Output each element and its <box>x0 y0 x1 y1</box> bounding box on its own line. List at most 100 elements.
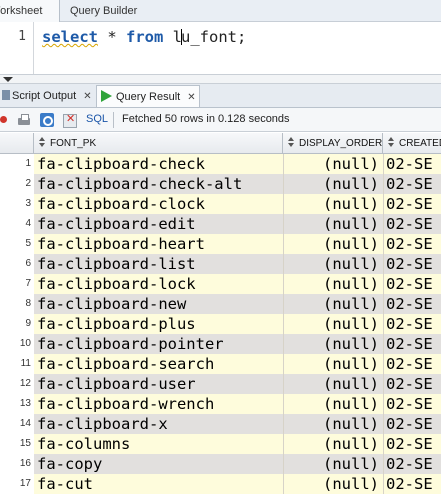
cell-created[interactable]: 02-SE <box>383 194 441 214</box>
cell-font-pk[interactable]: fa-clipboard-list <box>34 254 283 274</box>
row-number[interactable]: 5 <box>0 234 34 254</box>
row-number[interactable]: 2 <box>0 174 34 194</box>
cell-font-pk[interactable]: fa-clipboard-check <box>34 154 283 174</box>
cell-created[interactable]: 02-SE <box>383 374 441 394</box>
cell-created[interactable]: 02-SE <box>383 274 441 294</box>
sql-link[interactable]: SQL <box>86 113 108 125</box>
sql-editor[interactable]: 1 select * from lu_font; <box>0 22 441 74</box>
cell-font-pk[interactable]: fa-clipboard-lock <box>34 274 283 294</box>
cell-display-order[interactable]: (null) <box>283 394 383 414</box>
cell-created[interactable]: 02-SE <box>383 414 441 434</box>
cell-font-pk[interactable]: fa-columns <box>34 434 283 454</box>
cell-display-order[interactable]: (null) <box>283 454 383 474</box>
row-number[interactable]: 16 <box>0 454 34 474</box>
cell-display-order[interactable]: (null) <box>283 294 383 314</box>
cell-display-order[interactable]: (null) <box>283 214 383 234</box>
row-number[interactable]: 14 <box>0 414 34 434</box>
cell-created[interactable]: 02-SE <box>383 234 441 254</box>
table-row[interactable]: 8 fa-clipboard-new (null) 02-SE <box>0 294 441 314</box>
table-row[interactable]: 5 fa-clipboard-heart (null) 02-SE <box>0 234 441 254</box>
cell-font-pk[interactable]: fa-clipboard-user <box>34 374 283 394</box>
cell-created[interactable]: 02-SE <box>383 314 441 334</box>
row-number-header[interactable] <box>0 133 34 154</box>
row-number[interactable]: 3 <box>0 194 34 214</box>
sort-icon[interactable] <box>388 137 394 148</box>
table-row[interactable]: 16 fa-copy (null) 02-SE <box>0 454 441 474</box>
editor-results-splitter[interactable] <box>0 74 441 84</box>
column-header-created[interactable]: CREATED <box>383 133 441 154</box>
table-row[interactable]: 1 fa-clipboard-check (null) 02-SE <box>0 154 441 174</box>
tab-script-output[interactable]: Script Output ✕ <box>0 85 92 107</box>
refresh-icon[interactable] <box>40 113 54 127</box>
row-number[interactable]: 1 <box>0 154 34 174</box>
cell-display-order[interactable]: (null) <box>283 194 383 214</box>
close-icon[interactable]: ✕ <box>83 86 91 108</box>
table-row[interactable]: 7 fa-clipboard-lock (null) 02-SE <box>0 274 441 294</box>
cell-font-pk[interactable]: fa-clipboard-search <box>34 354 283 374</box>
cell-font-pk[interactable]: fa-clipboard-clock <box>34 194 283 214</box>
table-row[interactable]: 15 fa-columns (null) 02-SE <box>0 434 441 454</box>
row-number[interactable]: 10 <box>0 334 34 354</box>
cell-created[interactable]: 02-SE <box>383 474 441 494</box>
column-header-display-order[interactable]: DISPLAY_ORDER <box>283 133 383 154</box>
table-row[interactable]: 2 fa-clipboard-check-alt (null) 02-SE <box>0 174 441 194</box>
cell-created[interactable]: 02-SE <box>383 454 441 474</box>
row-number[interactable]: 12 <box>0 374 34 394</box>
table-row[interactable]: 9 fa-clipboard-plus (null) 02-SE <box>0 314 441 334</box>
cell-display-order[interactable]: (null) <box>283 354 383 374</box>
table-row[interactable]: 10 fa-clipboard-pointer (null) 02-SE <box>0 334 441 354</box>
cell-display-order[interactable]: (null) <box>283 314 383 334</box>
tab-query-builder[interactable]: Query Builder <box>70 0 137 22</box>
row-number[interactable]: 11 <box>0 354 34 374</box>
cell-display-order[interactable]: (null) <box>283 174 383 194</box>
table-row[interactable]: 11 fa-clipboard-search (null) 02-SE <box>0 354 441 374</box>
cell-created[interactable]: 02-SE <box>383 214 441 234</box>
cell-display-order[interactable]: (null) <box>283 334 383 354</box>
cell-created[interactable]: 02-SE <box>383 434 441 454</box>
tab-query-result[interactable]: Query Result ✕ <box>96 85 200 107</box>
table-row[interactable]: 3 fa-clipboard-clock (null) 02-SE <box>0 194 441 214</box>
cell-display-order[interactable]: (null) <box>283 254 383 274</box>
collapse-arrow-icon[interactable] <box>3 77 13 82</box>
cell-font-pk[interactable]: fa-clipboard-check-alt <box>34 174 283 194</box>
row-number[interactable]: 17 <box>0 474 34 494</box>
cancel-query-icon[interactable] <box>63 112 77 128</box>
row-number[interactable]: 9 <box>0 314 34 334</box>
sort-icon[interactable] <box>39 137 45 148</box>
sql-code-line[interactable]: select * from lu_font; <box>42 28 246 46</box>
cell-display-order[interactable]: (null) <box>283 414 383 434</box>
row-number[interactable]: 4 <box>0 214 34 234</box>
cell-created[interactable]: 02-SE <box>383 354 441 374</box>
table-row[interactable]: 17 fa-cut (null) 02-SE <box>0 474 441 494</box>
table-row[interactable]: 14 fa-clipboard-x (null) 02-SE <box>0 414 441 434</box>
cell-created[interactable]: 02-SE <box>383 254 441 274</box>
cell-font-pk[interactable]: fa-clipboard-new <box>34 294 283 314</box>
table-row[interactable]: 12 fa-clipboard-user (null) 02-SE <box>0 374 441 394</box>
cell-display-order[interactable]: (null) <box>283 154 383 174</box>
column-header-font-pk[interactable]: FONT_PK <box>34 133 283 154</box>
cell-font-pk[interactable]: fa-clipboard-x <box>34 414 283 434</box>
cell-font-pk[interactable]: fa-cut <box>34 474 283 494</box>
cell-created[interactable]: 02-SE <box>383 174 441 194</box>
cell-display-order[interactable]: (null) <box>283 434 383 454</box>
row-number[interactable]: 15 <box>0 434 34 454</box>
cell-font-pk[interactable]: fa-clipboard-pointer <box>34 334 283 354</box>
cell-created[interactable]: 02-SE <box>383 394 441 414</box>
cell-display-order[interactable]: (null) <box>283 274 383 294</box>
table-row[interactable]: 4 fa-clipboard-edit (null) 02-SE <box>0 214 441 234</box>
row-number[interactable]: 6 <box>0 254 34 274</box>
cell-font-pk[interactable]: fa-clipboard-wrench <box>34 394 283 414</box>
table-row[interactable]: 13 fa-clipboard-wrench (null) 02-SE <box>0 394 441 414</box>
row-number[interactable]: 13 <box>0 394 34 414</box>
cell-font-pk[interactable]: fa-clipboard-heart <box>34 234 283 254</box>
print-icon[interactable] <box>17 113 31 127</box>
pin-icon[interactable] <box>0 113 14 127</box>
cell-display-order[interactable]: (null) <box>283 474 383 494</box>
cell-created[interactable]: 02-SE <box>383 334 441 354</box>
cell-font-pk[interactable]: fa-clipboard-plus <box>34 314 283 334</box>
cell-font-pk[interactable]: fa-copy <box>34 454 283 474</box>
cell-display-order[interactable]: (null) <box>283 234 383 254</box>
cell-created[interactable]: 02-SE <box>383 154 441 174</box>
row-number[interactable]: 8 <box>0 294 34 314</box>
table-row[interactable]: 6 fa-clipboard-list (null) 02-SE <box>0 254 441 274</box>
